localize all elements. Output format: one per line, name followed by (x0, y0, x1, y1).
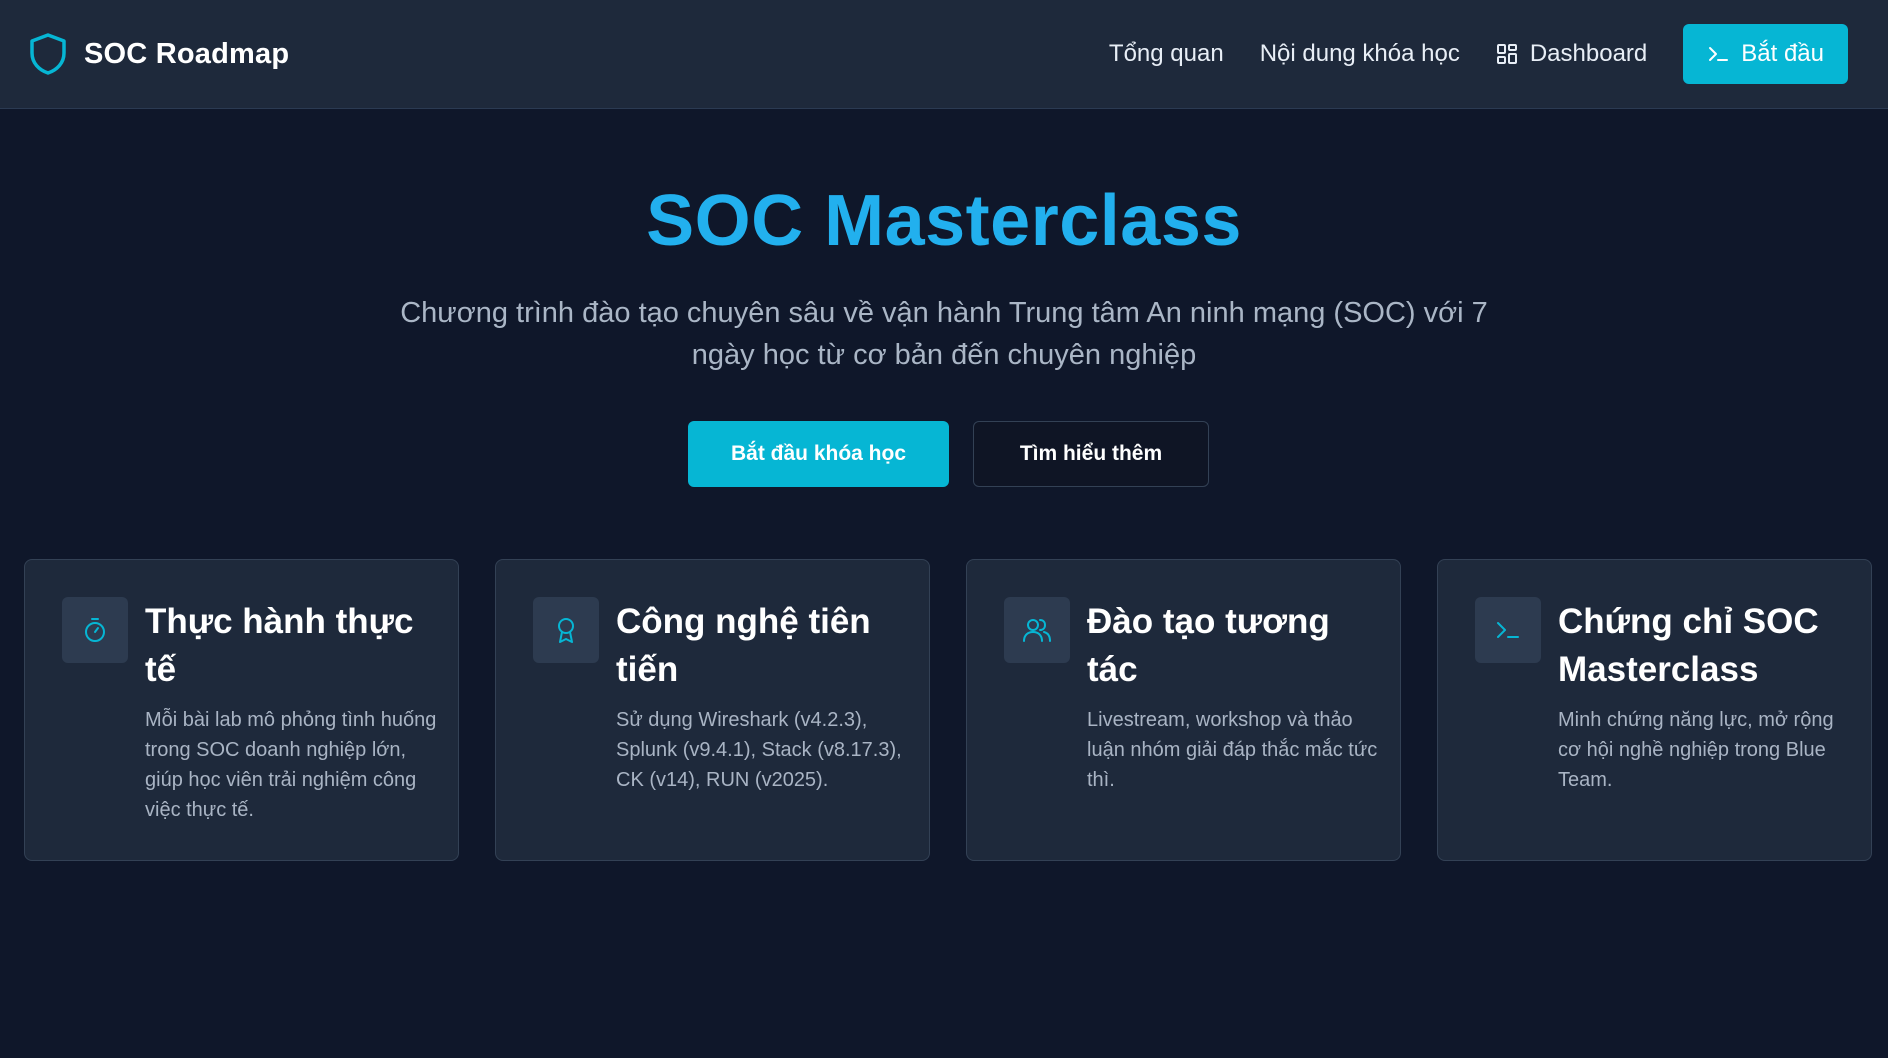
brand-name: SOC Roadmap (84, 37, 290, 70)
learn-more-button[interactable]: Tìm hiểu thêm (973, 421, 1209, 487)
nav-link-course-content[interactable]: Nội dung khóa học (1260, 40, 1460, 68)
feature-title: Chứng chỉ SOC Masterclass (1558, 602, 1819, 689)
feature-card-certificate: Chứng chỉ SOC Masterclass Minh chứng năn… (1437, 559, 1872, 861)
nav-link-course-content-label: Nội dung khóa học (1259, 40, 1460, 67)
feature-description: Livestream, workshop và thảo luận nhóm g… (1087, 709, 1378, 791)
terminal-icon (1475, 597, 1541, 663)
users-icon (1004, 597, 1070, 663)
award-icon (533, 597, 599, 663)
nav-link-dashboard[interactable]: Dashboard (1496, 40, 1647, 68)
feature-card-interactive: Đào tạo tương tác Livestream, workshop v… (966, 559, 1401, 861)
nav-start-button[interactable]: Bắt đầu (1683, 24, 1848, 84)
top-navbar: SOC Roadmap Tổng quan Nội dung khóa học … (0, 0, 1888, 109)
terminal-icon (1707, 43, 1729, 65)
shield-icon (28, 32, 68, 76)
dashboard-icon (1496, 43, 1518, 65)
feature-description: Minh chứng năng lực, mở rộng cơ hội nghề… (1558, 709, 1834, 791)
feature-card-technology: Công nghệ tiên tiến Sử dụng Wireshark (v… (495, 559, 930, 861)
feature-title: Thực hành thực tế (145, 602, 414, 689)
feature-description: Sử dụng Wireshark (v4.2.3), Splunk (v9.4… (616, 709, 902, 791)
nav-start-label: Bắt đầu (1741, 40, 1824, 67)
feature-title: Đào tạo tương tác (1087, 602, 1330, 689)
nav-link-overview-label: Tổng quan (1108, 40, 1224, 67)
brand[interactable]: SOC Roadmap (28, 32, 289, 76)
start-course-button[interactable]: Bắt đầu khóa học (688, 421, 949, 487)
nav-link-dashboard-label: Dashboard (1529, 40, 1648, 67)
hero-title: SOC Masterclass (646, 181, 1242, 261)
nav-menu: Tổng quan Nội dung khóa học Dashboard Bắ… (1073, 24, 1848, 84)
feature-title: Công nghệ tiên tiến (616, 602, 871, 689)
feature-description: Mỗi bài lab mô phỏng tình huống trong SO… (145, 709, 437, 821)
feature-card-hands-on: Thực hành thực tế Mỗi bài lab mô phỏng t… (24, 559, 459, 861)
nav-link-overview[interactable]: Tổng quan (1109, 40, 1224, 68)
hero-subtitle: Chương trình đào tạo chuyên sâu về vận h… (400, 297, 1488, 371)
timer-icon (62, 597, 128, 663)
feature-cards: Thực hành thực tế Mỗi bài lab mô phỏng t… (24, 559, 1872, 861)
